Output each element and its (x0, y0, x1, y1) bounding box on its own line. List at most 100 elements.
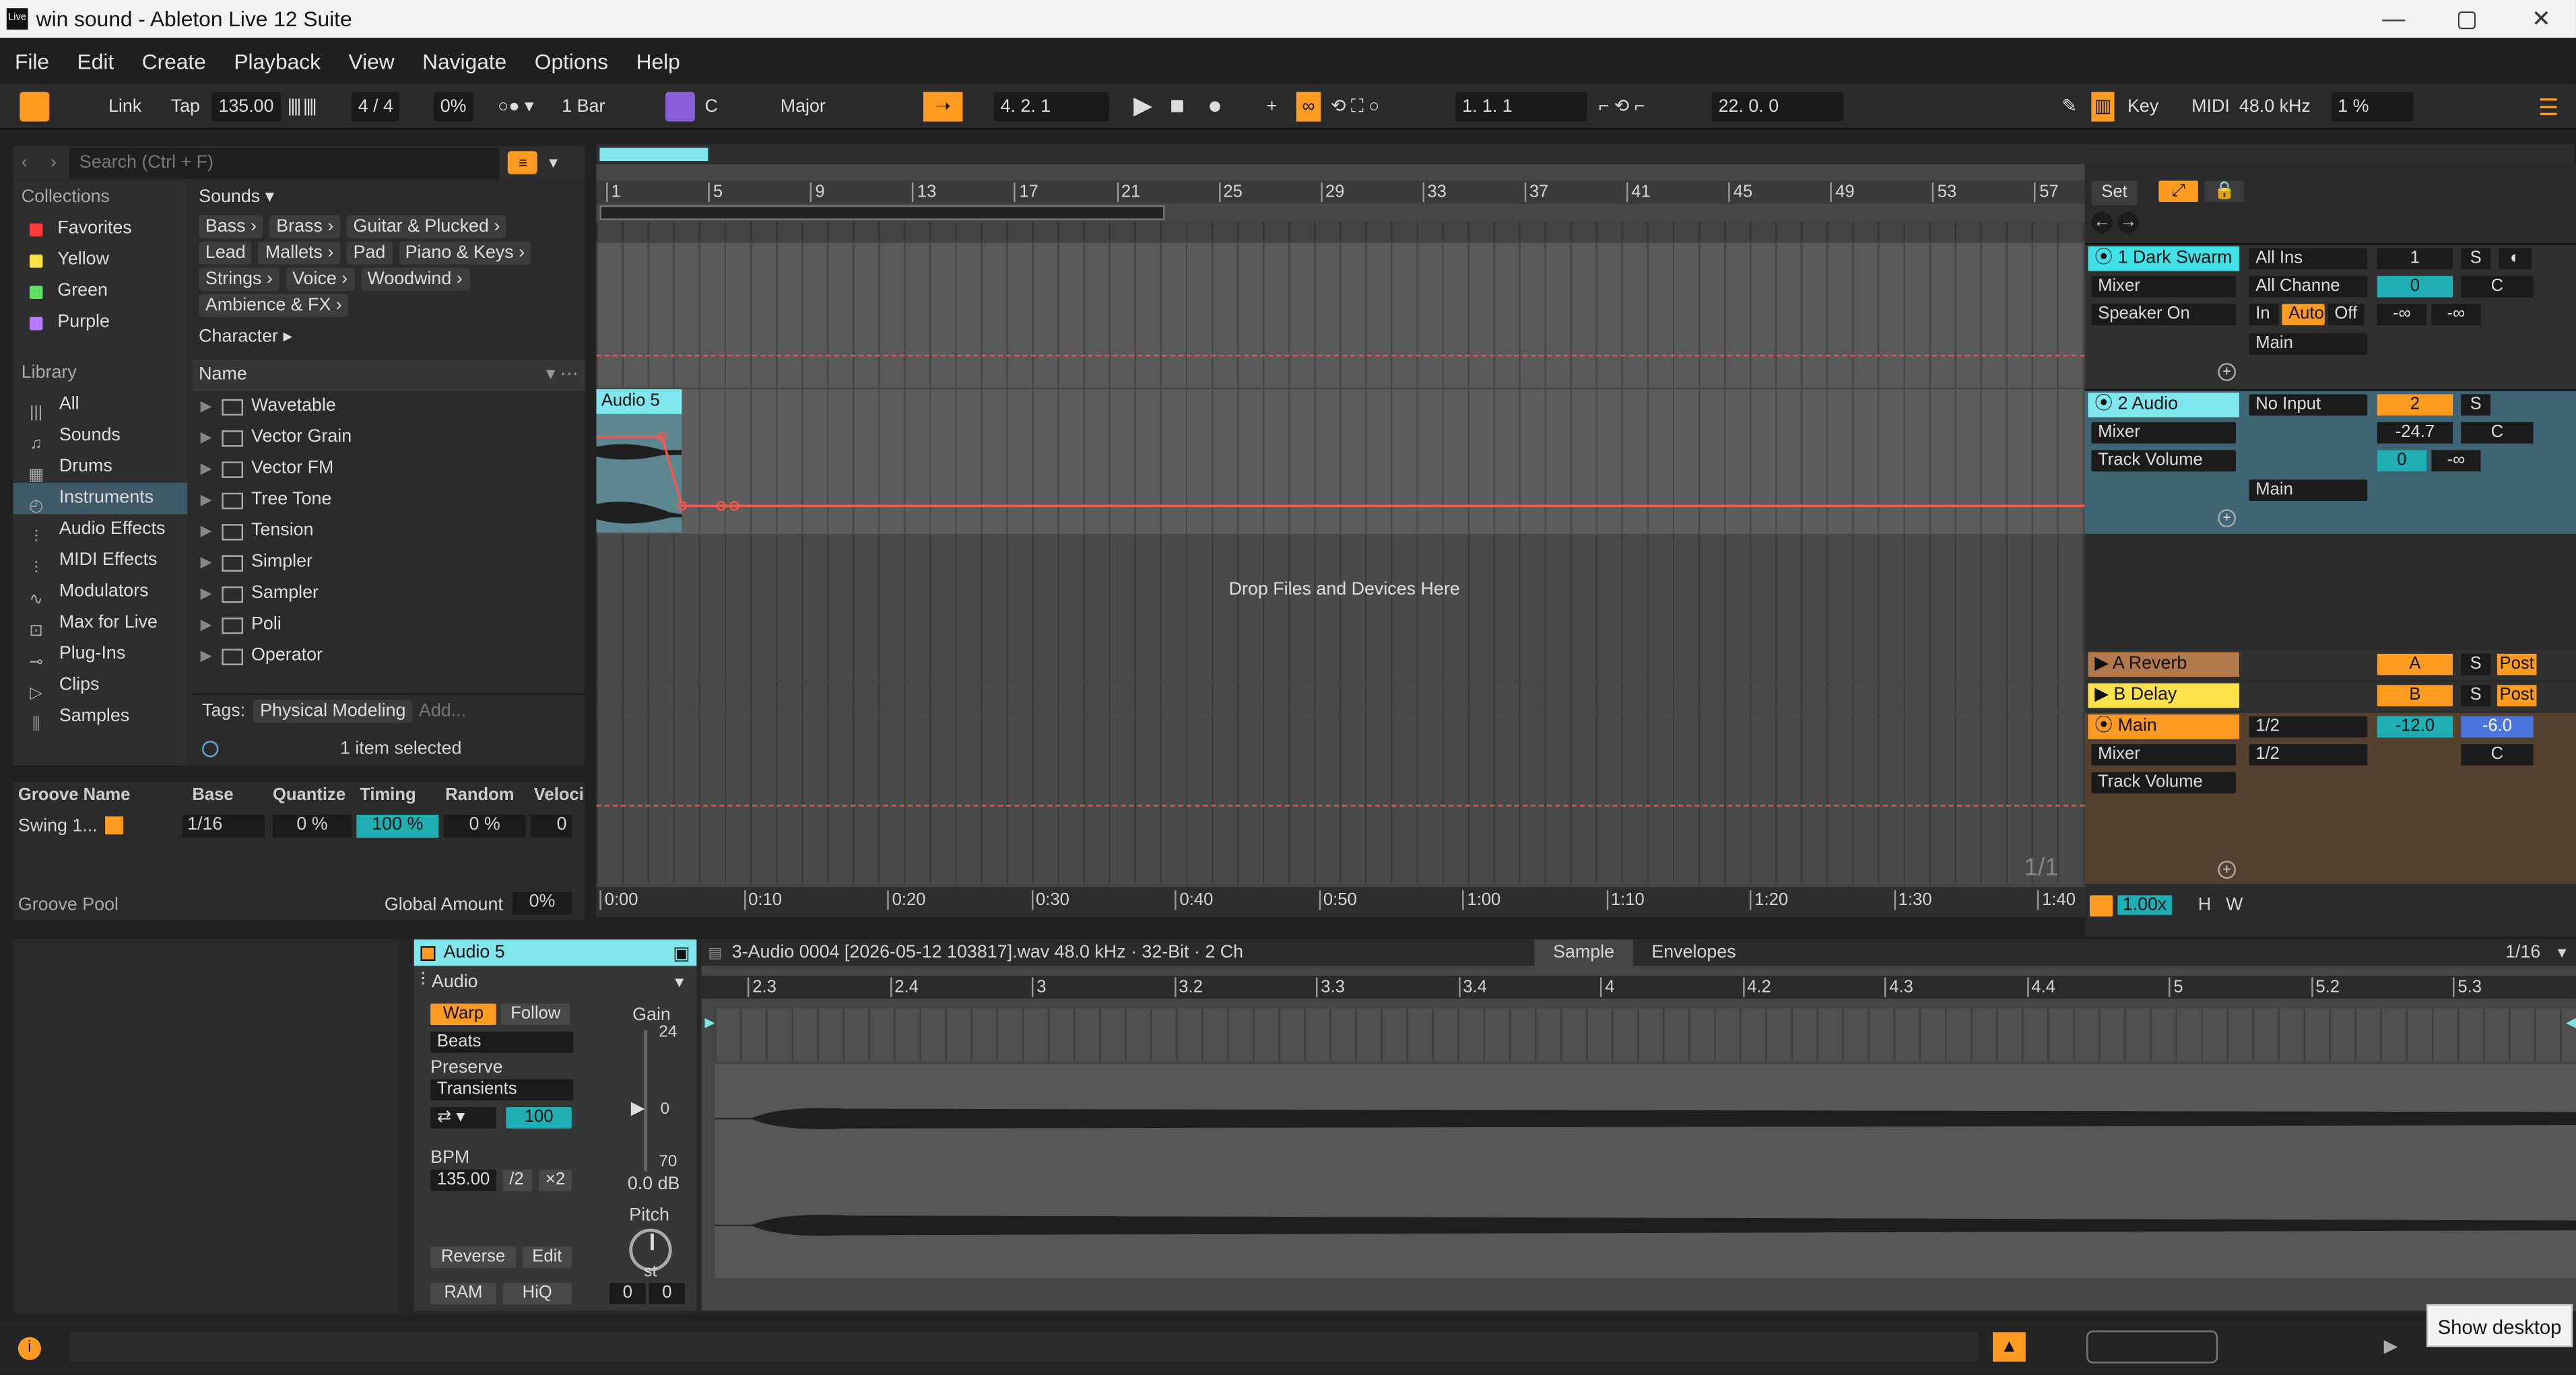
loop-mode-dropdown[interactable]: ⇄ ▾ (430, 1107, 496, 1129)
punch-icon[interactable]: ⌐ ⟲ ⌐ (1599, 92, 1645, 122)
tag-piano[interactable]: Piano & Keys › (398, 241, 531, 265)
key-map-button[interactable]: Key (2127, 92, 2158, 122)
solo-button[interactable]: S (2461, 394, 2491, 416)
groove-quantize-field[interactable]: 0 % (272, 814, 352, 838)
close-button[interactable]: ✕ (2532, 5, 2551, 32)
device-chooser[interactable]: Mixer (2091, 422, 2237, 444)
browser-item[interactable]: ▶ Tree Tone (192, 485, 585, 516)
loop-icon[interactable]: ⟲ ⛶ ○ (1331, 92, 1379, 122)
tab-envelopes[interactable]: Envelopes (1638, 943, 1750, 962)
return-header-reverb[interactable]: ▶ A Reverb A S Post (2084, 650, 2576, 680)
add-device-icon[interactable]: + (2218, 509, 2237, 528)
device-chooser[interactable]: Mixer (2091, 275, 2237, 298)
track-name[interactable]: ⦿ 2 Audio (2088, 393, 2239, 417)
library-item-midi-effects[interactable]: ⫶ MIDI Effects (13, 545, 188, 577)
mixer-icon[interactable] (2089, 894, 2113, 916)
search-input[interactable]: Search (Ctrl + F) (69, 147, 500, 178)
pan-field[interactable]: C (2461, 744, 2534, 766)
browser-item[interactable]: ▶ Sampler (192, 578, 585, 609)
forward-icon[interactable]: › (51, 153, 57, 172)
clip-name-field[interactable]: Audio 5 (444, 943, 505, 962)
tag-ambience[interactable]: Ambience & FX › (199, 294, 349, 317)
height-button[interactable]: H (2198, 895, 2211, 914)
warp-mode-dropdown[interactable]: Beats (430, 1031, 574, 1053)
menu-edit[interactable]: Edit (77, 48, 114, 73)
volume-field[interactable]: 0 (2377, 275, 2453, 298)
menu-file[interactable]: File (15, 48, 49, 73)
warp-marker-lane[interactable]: ▶ ◀ (705, 1008, 2576, 1061)
bpm-field[interactable]: 135.00 (430, 1169, 496, 1191)
play-icon[interactable]: ▶ (1133, 92, 1152, 122)
post-button[interactable]: Post (2497, 653, 2537, 675)
return-letter[interactable]: A (2377, 653, 2453, 675)
browser-item[interactable]: ▶ Tension (192, 516, 585, 547)
warning-icon[interactable]: ▲ (1992, 1332, 2026, 1362)
library-item-instruments[interactable]: ◴ Instruments (13, 483, 188, 515)
global-amount-field[interactable]: 0% (513, 892, 572, 915)
browser-item[interactable]: ▶ Vector Grain (192, 422, 585, 453)
follow-icon[interactable]: ➝ (923, 92, 963, 122)
library-item-max-for-live[interactable]: ⊡ Max for Live (13, 608, 188, 640)
hiq-button[interactable]: HiQ (502, 1283, 572, 1304)
fold-icon[interactable]: ⦿ (2094, 248, 2113, 267)
tag-mallets[interactable]: Mallets › (259, 241, 341, 265)
groove-base-dropdown[interactable]: 1/16 (182, 814, 265, 838)
browser-item[interactable]: ▶ Operator (192, 640, 585, 671)
expand-icon[interactable]: ▶ (201, 391, 212, 422)
return-header-delay[interactable]: ▶ B Delay B S Post (2084, 681, 2576, 712)
parameter-chooser[interactable]: Track Volume (2091, 450, 2237, 472)
record-mode-icon[interactable]: ○● ▾ (498, 92, 533, 122)
lock-icon[interactable]: 🔒 (2204, 180, 2245, 203)
envelope-field[interactable]: 100 (506, 1107, 572, 1129)
volume-field[interactable]: -24.7 (2377, 422, 2453, 444)
stop-icon[interactable]: ■ (1170, 92, 1185, 122)
solo-button[interactable]: S (2461, 653, 2491, 675)
expand-icon[interactable]: ▶ (201, 422, 212, 453)
pitch-coarse-field[interactable]: 0 (609, 1283, 646, 1304)
groove-timing-field[interactable]: 100 % (356, 814, 439, 838)
set-button[interactable]: Set (2091, 180, 2138, 205)
sounds-header[interactable]: Sounds ▾ (192, 182, 585, 213)
main-output-dropdown[interactable]: 1/2 (2249, 744, 2368, 766)
pan-field[interactable]: C (2461, 422, 2534, 444)
link-button[interactable]: Link (108, 92, 141, 122)
automation-arm-icon[interactable]: ∞ (1296, 92, 1321, 122)
library-item-all[interactable]: ||| All (13, 389, 188, 421)
pan-field[interactable]: C (2461, 275, 2534, 298)
time-ruler[interactable]: 0:00 0:10 0:20 0:30 0:40 0:50 1:00 1:10 1:20 1:30… (596, 887, 2085, 917)
return-lane-delay[interactable] (596, 681, 2085, 712)
add-device-icon[interactable]: + (2218, 363, 2237, 381)
loop-start-field[interactable]: 1. 1. 1 (1455, 92, 1587, 122)
menu-icon[interactable]: ☰ (2538, 92, 2559, 122)
clip-color-icon[interactable] (420, 945, 436, 960)
expand-icon[interactable]: ▶ (201, 640, 212, 671)
solo-button[interactable]: S (2461, 248, 2491, 270)
chevron-down-icon[interactable]: ▼ (672, 973, 687, 989)
tap-button[interactable]: Tap (171, 92, 200, 122)
track-name[interactable]: ⦿ 1 Dark Swarm (2088, 246, 2239, 271)
gain-handle-icon[interactable]: ▶ (631, 1098, 645, 1118)
maximize-button[interactable]: ▢ (2456, 5, 2478, 32)
midi-map-button[interactable]: MIDI (2191, 92, 2230, 122)
add-device-icon[interactable]: + (2218, 861, 2237, 879)
expand-icon[interactable]: ▶ (201, 485, 212, 516)
library-item-drums[interactable]: ▦ Drums (13, 452, 188, 483)
menu-view[interactable]: View (348, 48, 394, 73)
library-item-modulators[interactable]: ∿ Modulators (13, 576, 188, 609)
library-item-samples[interactable]: ⫼ Samples (13, 702, 188, 733)
tag-bass[interactable]: Bass › (199, 215, 263, 238)
menu-playback[interactable]: Playback (234, 48, 321, 73)
library-item-sounds[interactable]: ♫ Sounds (13, 420, 188, 452)
keyboard-icon[interactable]: ▥ (2091, 92, 2115, 122)
track-header-dark-swarm[interactable]: ⦿ 1 Dark Swarm Mixer Speaker On All Ins … (2084, 243, 2576, 388)
expand-icon[interactable]: ▶ (201, 453, 212, 484)
sample-ruler[interactable]: 2.3 2.4 3 3.2 3.3 3.4 4 4.2 4.3 4.4 5 5.2 5.3 (701, 976, 2576, 999)
main-volume-field[interactable]: -12.0 (2377, 716, 2453, 738)
input-type-dropdown[interactable]: No Input (2249, 394, 2368, 416)
expand-icon[interactable]: ▶ (201, 547, 212, 578)
preserve-dropdown[interactable]: Transients (430, 1079, 574, 1101)
track-number[interactable]: 1 (2377, 248, 2453, 270)
warp-button[interactable]: Warp (430, 1003, 496, 1026)
main-track-header[interactable]: ⦿ Main Mixer Track Volume 1/2 1/2 -12.0 … (2084, 712, 2576, 884)
tag-woodwind[interactable]: Woodwind › (360, 267, 469, 291)
